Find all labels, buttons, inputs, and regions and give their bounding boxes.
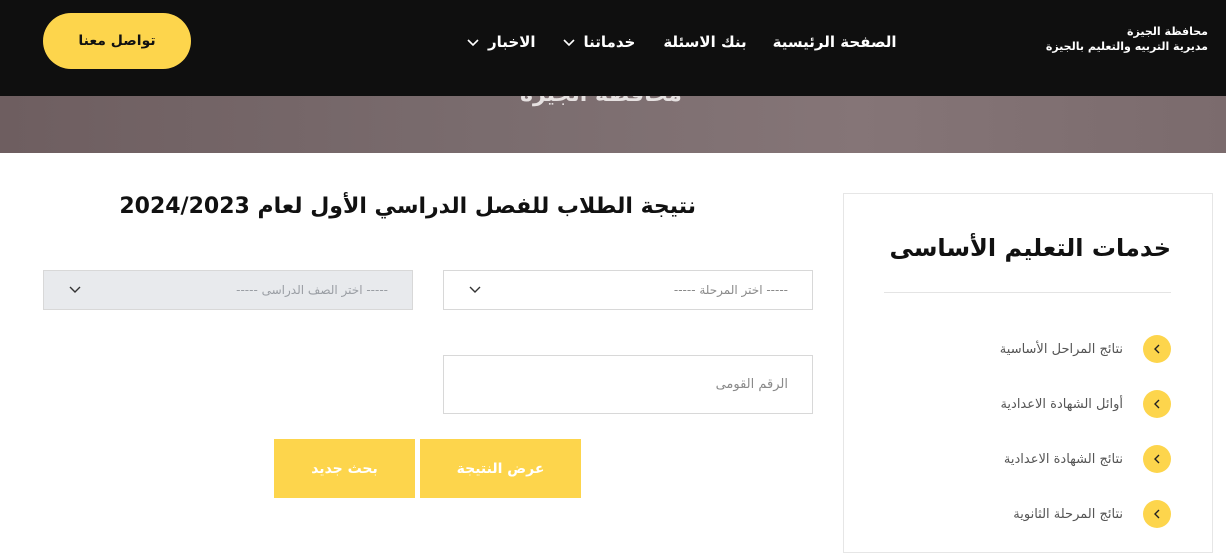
nav-label-question-bank: بنك الاسئلة [663,33,747,51]
sidebar-item-prep-results[interactable]: نتائج الشهادة الاعدادية [1004,444,1171,474]
nav-item-news[interactable]: الاخبار [466,33,536,51]
chevron-down-icon [562,35,576,49]
chevron-left-icon [1143,445,1171,473]
logo-line-2: مديرية التربيه والتعليم بالجيزة [1045,40,1208,53]
sidebar-item-label: نتائج المرحلة الثانوية [1013,506,1123,522]
sidebar-item-secondary-results[interactable]: نتائج المرحلة الثانوية [1013,499,1171,529]
banner-title: محافظة الجيزة [520,96,682,107]
chevron-left-icon [1143,500,1171,528]
chevron-left-icon [1143,390,1171,418]
nav-label-services: خدماتنا [583,33,636,51]
sidebar-item-basic-results[interactable]: نتائج المراحل الأساسية [1000,334,1171,364]
stage-select-value: ----- اختر المرحلة ----- [673,283,788,297]
site-header: محافظة الجيزة مديرية التربيه والتعليم با… [0,0,1226,96]
new-search-button[interactable]: بحث جديد [274,439,415,498]
sidebar-item-label: نتائج الشهادة الاعدادية [1003,451,1123,467]
main-nav: الاخبار خدماتنا بنك الاسئلة الصفحة الرئي… [466,0,897,84]
sidebar-divider [884,292,1171,293]
nav-label-news: الاخبار [488,33,536,51]
chevron-down-icon [68,282,82,299]
site-logo[interactable]: محافظة الجيزة مديرية التربيه والتعليم با… [1046,24,1208,54]
show-result-button[interactable]: عرض النتيجة [420,439,581,498]
national-id-input[interactable] [443,355,813,414]
chevron-down-icon [468,282,482,299]
sidebar-item-label: أوائل الشهادة الاعدادية [1000,396,1123,412]
nav-item-home[interactable]: الصفحة الرئيسية [773,33,897,51]
page-title: نتيجة الطلاب للفصل الدراسي الأول لعام 20… [119,194,696,219]
contact-us-button[interactable]: تواصل معنا [43,13,191,69]
services-sidebar: خدمات التعليم الأساسى نتائج المراحل الأس… [843,193,1213,553]
page-banner: محافظة الجيزة [0,96,1226,153]
sidebar-title: خدمات التعليم الأساسى [889,234,1171,262]
grade-select-value: ----- اختر الصف الدراسى ----- [236,283,388,297]
nav-item-question-bank[interactable]: بنك الاسئلة [663,33,746,51]
chevron-down-icon [466,35,480,49]
nav-item-services[interactable]: خدماتنا [562,33,636,51]
stage-select[interactable]: ----- اختر المرحلة ----- [443,270,813,310]
nav-label-home: الصفحة الرئيسية [772,33,897,51]
sidebar-item-label: نتائج المراحل الأساسية [999,341,1123,357]
grade-select[interactable]: ----- اختر الصف الدراسى ----- [43,270,413,310]
chevron-left-icon [1143,335,1171,363]
logo-line-1: محافظة الجيزة [1127,25,1208,38]
sidebar-item-prep-top[interactable]: أوائل الشهادة الاعدادية [1000,389,1171,419]
